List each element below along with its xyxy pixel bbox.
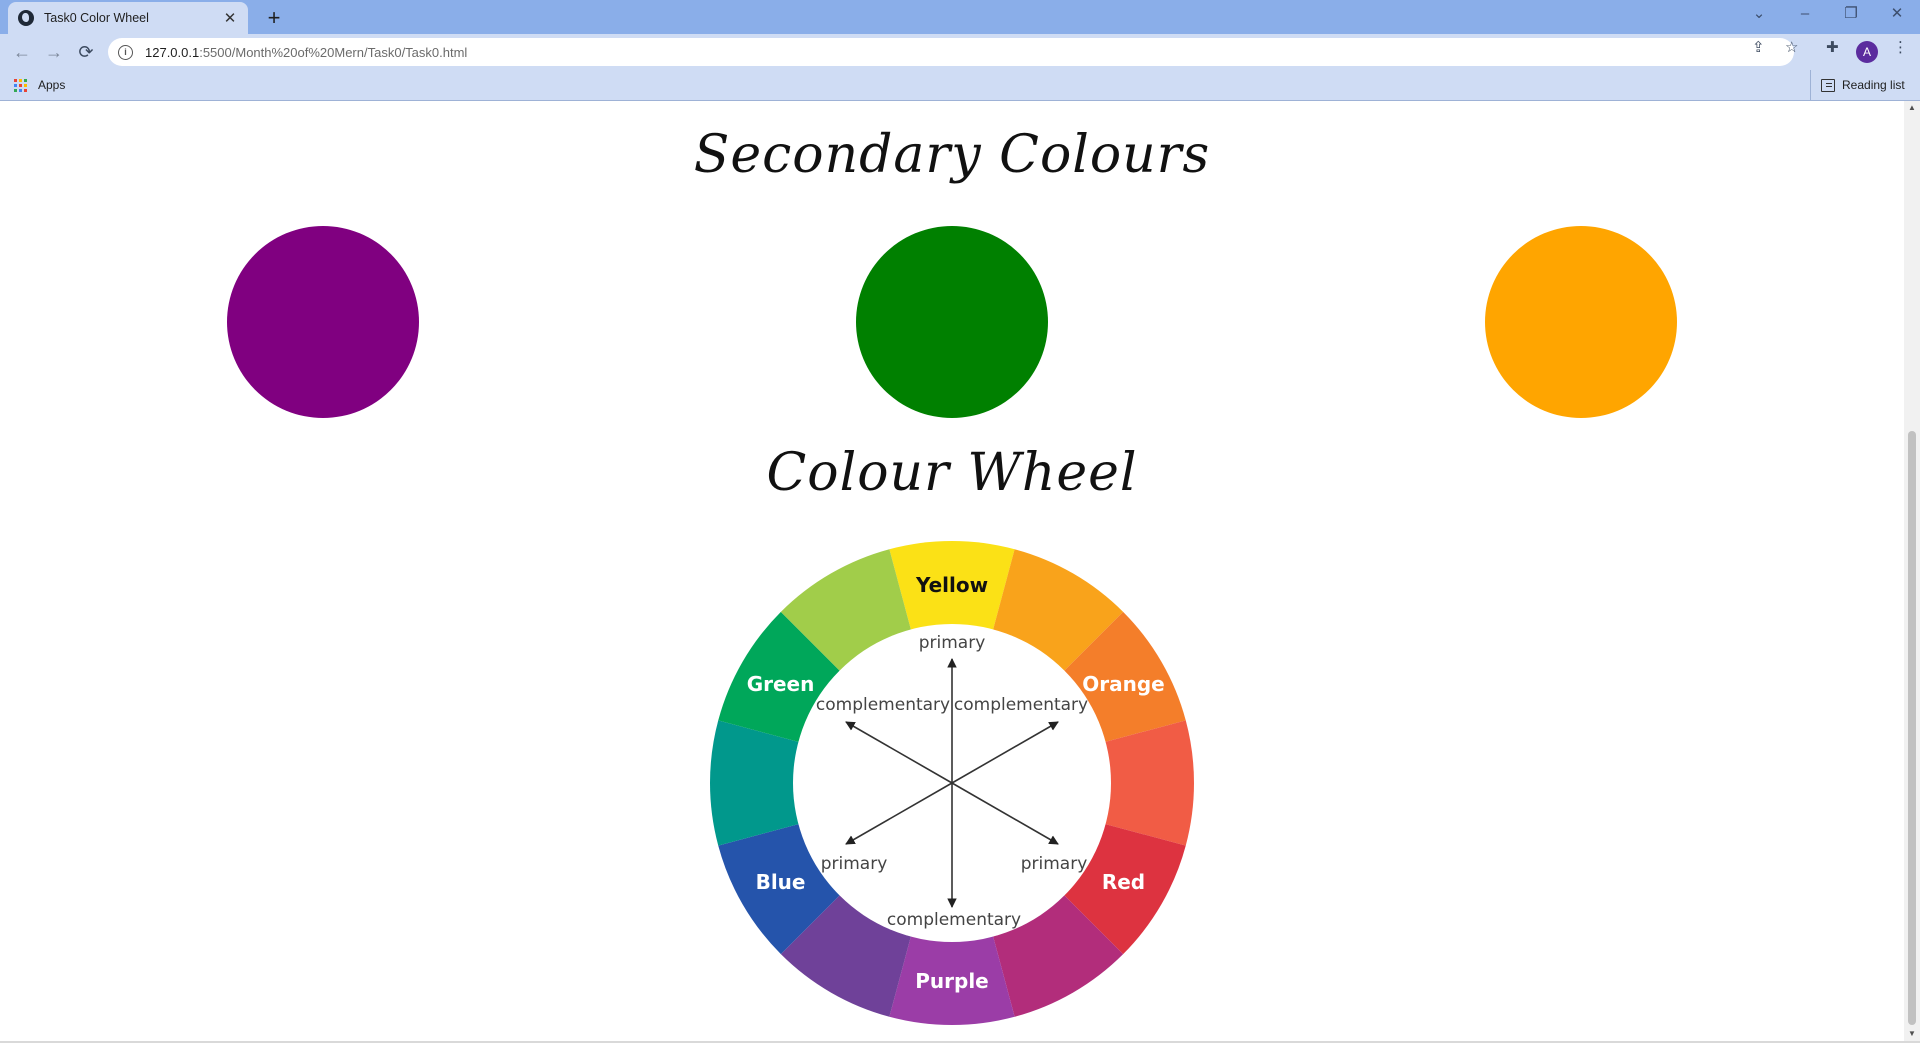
wheel-label-purple: Purple: [915, 969, 989, 993]
url-path: :5500/Month%20of%20Mern/Task0/Task0.html: [199, 44, 468, 60]
url-host: 127.0.0.1: [145, 44, 200, 60]
inner-label-upper-right: complementary: [954, 695, 1088, 715]
minimize-button[interactable]: –: [1782, 0, 1828, 30]
wheel-label-red: Red: [1102, 870, 1145, 894]
apps-link[interactable]: Apps: [38, 78, 65, 92]
reading-list-icon: [1821, 78, 1835, 92]
browser-toolbar: ← → ⟳ i 127.0.0.1:5500/Month%20of%20Mern…: [0, 34, 1920, 70]
forward-button[interactable]: →: [42, 40, 66, 64]
colour-wheel-heading: Colour Wheel: [766, 443, 1138, 503]
wheel-label-blue: Blue: [756, 870, 806, 894]
share-icon[interactable]: ⇪: [1752, 38, 1765, 56]
scroll-up-arrow[interactable]: ▲: [1904, 103, 1920, 112]
reload-button[interactable]: ⟳: [74, 40, 98, 64]
inner-label-bottom: complementary: [887, 910, 1021, 930]
browser-tab[interactable]: Task0 Color Wheel ✕: [8, 2, 248, 34]
tab-search-chevron-icon[interactable]: ⌄: [1736, 0, 1782, 30]
reading-list-button[interactable]: Reading list: [1810, 70, 1905, 100]
wheel-label-orange: Orange: [1082, 672, 1164, 696]
orange-circle: [1485, 226, 1677, 418]
new-tab-button[interactable]: +: [261, 5, 287, 31]
apps-grid-icon[interactable]: [14, 79, 27, 92]
bookmark-star-icon[interactable]: ☆: [1785, 38, 1798, 56]
page-scrollbar[interactable]: ▲ ▼: [1904, 101, 1920, 1041]
purple-circle: [227, 226, 419, 418]
back-button[interactable]: ←: [10, 40, 34, 64]
reading-list-label: Reading list: [1842, 78, 1905, 92]
menu-icon[interactable]: ⋮: [1893, 38, 1908, 56]
inner-label-upper-left: complementary: [816, 695, 950, 715]
bookmarks-bar: Apps Reading list: [0, 70, 1920, 101]
tab-strip: Task0 Color Wheel ✕ + ⌄ – ❐ ✕: [0, 0, 1920, 34]
scroll-thumb[interactable]: [1908, 431, 1916, 1025]
inner-label-lower-right: primary: [1021, 854, 1088, 874]
tab-title: Task0 Color Wheel: [44, 11, 149, 25]
url-text[interactable]: 127.0.0.1:5500/Month%20of%20Mern/Task0/T…: [145, 45, 467, 60]
wheel-label-yellow: Yellow: [915, 573, 988, 597]
profile-avatar[interactable]: A: [1856, 41, 1878, 63]
inner-label-top: primary: [919, 633, 986, 653]
restore-button[interactable]: ❐: [1828, 0, 1874, 30]
site-info-icon[interactable]: i: [118, 44, 133, 60]
close-tab-icon[interactable]: ✕: [222, 9, 238, 27]
close-window-button[interactable]: ✕: [1874, 0, 1920, 30]
scroll-down-arrow[interactable]: ▼: [1904, 1029, 1920, 1038]
extensions-icon[interactable]: ✚: [1826, 38, 1839, 56]
globe-icon: [18, 10, 34, 26]
secondary-colours-heading: Secondary Colours: [693, 125, 1211, 185]
address-bar[interactable]: i 127.0.0.1:5500/Month%20of%20Mern/Task0…: [108, 38, 1794, 66]
page-content: Secondary Colours Colour Wheel primary c…: [0, 101, 1904, 1041]
colour-wheel-image: primary complementary complementary prim…: [710, 541, 1194, 1025]
inner-label-lower-left: primary: [821, 854, 888, 874]
green-circle: [856, 226, 1048, 418]
wheel-label-green: Green: [747, 672, 815, 696]
